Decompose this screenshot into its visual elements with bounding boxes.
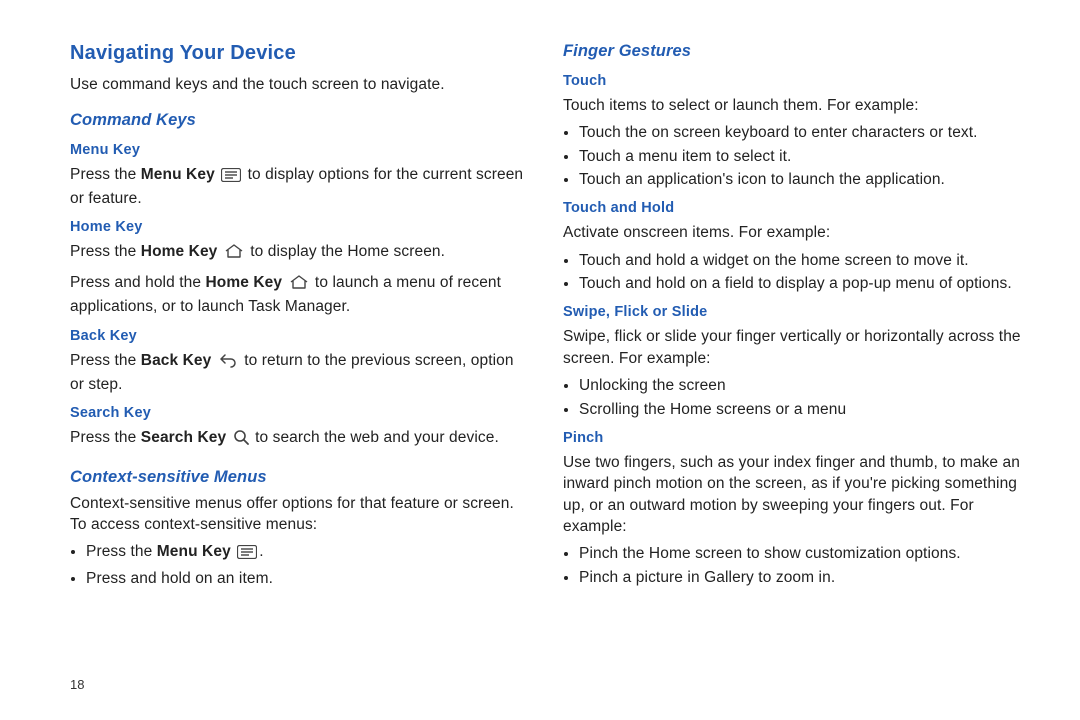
list-item: Touch and hold a widget on the home scre… <box>579 250 1024 271</box>
list-item: Press and hold on an item. <box>86 568 531 589</box>
bold-fragment: Home Key <box>205 274 282 291</box>
command-keys-heading: Command Keys <box>70 109 531 132</box>
context-menus-list: Press the Menu Key . Press and hold on a… <box>70 541 531 589</box>
menu-key-icon <box>237 544 257 565</box>
touch-hold-text: Activate onscreen items. For example: <box>563 222 1024 243</box>
swipe-heading: Swipe, Flick or Slide <box>563 302 1024 322</box>
home-key-icon <box>224 243 244 265</box>
text-fragment: Press the <box>70 166 141 183</box>
bold-fragment: Home Key <box>141 243 218 260</box>
pinch-heading: Pinch <box>563 428 1024 448</box>
bold-fragment: Menu Key <box>141 166 215 183</box>
text-fragment: . <box>259 543 263 560</box>
text-fragment: to search the web and your device. <box>255 429 499 446</box>
bold-fragment: Back Key <box>141 352 212 369</box>
touch-text: Touch items to select or launch them. Fo… <box>563 95 1024 116</box>
context-menus-text: Context-sensitive menus offer options fo… <box>70 493 531 536</box>
back-key-heading: Back Key <box>70 326 531 346</box>
list-item: Pinch a picture in Gallery to zoom in. <box>579 567 1024 588</box>
list-item: Touch a menu item to select it. <box>579 146 1024 167</box>
list-item: Touch and hold on a field to display a p… <box>579 273 1024 294</box>
pinch-text: Use two fingers, such as your index fing… <box>563 452 1024 538</box>
touch-hold-heading: Touch and Hold <box>563 198 1024 218</box>
list-item: Pinch the Home screen to show customizat… <box>579 543 1024 564</box>
bold-fragment: Search Key <box>141 429 226 446</box>
finger-gestures-heading: Finger Gestures <box>563 40 1024 63</box>
search-key-text: Press the Search Key to search the web a… <box>70 427 531 451</box>
text-fragment: Press the <box>70 429 141 446</box>
swipe-list: Unlocking the screen Scrolling the Home … <box>563 375 1024 420</box>
menu-key-icon <box>221 167 241 188</box>
context-menus-heading: Context-sensitive Menus <box>70 466 531 489</box>
text-fragment: Press and hold the <box>70 274 205 291</box>
home-key-text-1: Press the Home Key to display the Home s… <box>70 241 531 265</box>
home-key-heading: Home Key <box>70 217 531 237</box>
search-key-heading: Search Key <box>70 403 531 423</box>
manual-page: Navigating Your Device Use command keys … <box>0 0 1080 720</box>
list-item: Press the Menu Key . <box>86 541 531 565</box>
intro-text: Use command keys and the touch screen to… <box>70 74 531 95</box>
right-column: Finger Gestures Touch Touch items to sel… <box>563 40 1030 700</box>
menu-key-heading: Menu Key <box>70 140 531 160</box>
touch-hold-list: Touch and hold a widget on the home scre… <box>563 250 1024 295</box>
back-key-icon <box>218 353 238 374</box>
list-item: Unlocking the screen <box>579 375 1024 396</box>
bold-fragment: Menu Key <box>157 543 231 560</box>
pinch-list: Pinch the Home screen to show customizat… <box>563 543 1024 588</box>
swipe-text: Swipe, flick or slide your finger vertic… <box>563 326 1024 369</box>
home-key-icon <box>289 274 309 296</box>
list-item: Touch the on screen keyboard to enter ch… <box>579 122 1024 143</box>
search-key-icon <box>233 429 249 451</box>
list-item: Touch an application's icon to launch th… <box>579 169 1024 190</box>
touch-heading: Touch <box>563 71 1024 91</box>
home-key-text-2: Press and hold the Home Key to launch a … <box>70 272 531 318</box>
page-number: 18 <box>70 677 84 692</box>
back-key-text: Press the Back Key to return to the prev… <box>70 350 531 396</box>
text-fragment: Press the <box>86 543 157 560</box>
left-column: Navigating Your Device Use command keys … <box>70 40 531 700</box>
text-fragment: Press the <box>70 243 141 260</box>
text-fragment: to display the Home screen. <box>250 243 445 260</box>
menu-key-text: Press the Menu Key to display options fo… <box>70 164 531 210</box>
section-title: Navigating Your Device <box>70 40 531 68</box>
text-fragment: Press the <box>70 352 141 369</box>
touch-list: Touch the on screen keyboard to enter ch… <box>563 122 1024 190</box>
list-item: Scrolling the Home screens or a menu <box>579 399 1024 420</box>
